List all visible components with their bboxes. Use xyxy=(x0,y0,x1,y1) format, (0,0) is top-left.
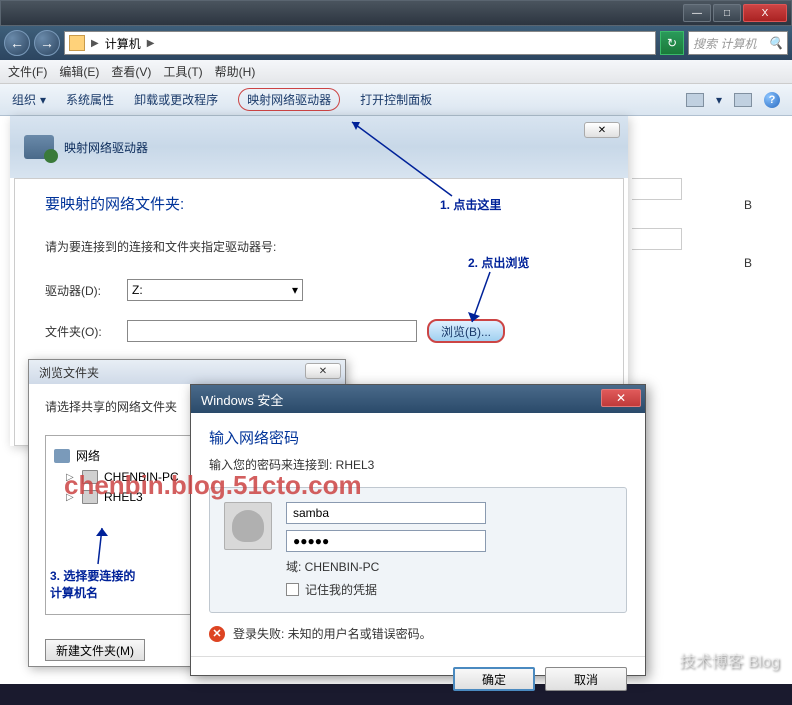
annotation-3: 3. 选择要连接的计算机名 xyxy=(50,568,140,602)
dialog-heading: 要映射的网络文件夹: xyxy=(45,193,593,214)
computer-icon xyxy=(69,35,85,51)
toolbar-uninstall[interactable]: 卸载或更改程序 xyxy=(134,91,218,108)
menu-tools[interactable]: 工具(T) xyxy=(163,63,202,80)
toolbar: 组织 ▾ 系统属性 卸载或更改程序 映射网络驱动器 打开控制面板 ▾ ? xyxy=(0,84,792,116)
dialog-close-button[interactable]: ✕ xyxy=(584,122,620,138)
breadcrumb-separator: ▶ xyxy=(91,38,99,49)
ok-button[interactable]: 确定 xyxy=(453,667,535,691)
security-dialog: Windows 安全 ✕ 输入网络密码 输入您的密码来连接到: RHEL3 sa… xyxy=(190,384,646,676)
cancel-button[interactable]: 取消 xyxy=(545,667,627,691)
dropdown-icon[interactable]: ▾ xyxy=(716,93,722,107)
computer-icon xyxy=(82,470,98,484)
forward-button[interactable]: → xyxy=(34,30,60,56)
password-input[interactable]: ●●●●● xyxy=(286,530,486,552)
menu-view[interactable]: 查看(V) xyxy=(111,63,151,80)
username-input[interactable]: samba xyxy=(286,502,486,524)
dialog-title-bar: 浏览文件夹 ✕ xyxy=(29,360,345,384)
avatar-icon xyxy=(224,502,272,550)
checkbox[interactable] xyxy=(286,583,299,596)
toolbar-organize[interactable]: 组织 ▾ xyxy=(12,91,46,108)
network-icon xyxy=(54,449,70,463)
address-bar[interactable]: ▶ 计算机 ▶ xyxy=(64,31,656,55)
nav-bar: ← → ▶ 计算机 ▶ ↻ 搜索 计算机 🔍 xyxy=(0,26,792,60)
error-message: ✕ 登录失败: 未知的用户名或错误密码。 xyxy=(209,625,627,642)
dialog-title: Windows 安全 xyxy=(201,390,283,409)
credentials-panel: samba ●●●●● 域: CHENBIN-PC 记住我的凭据 xyxy=(209,487,627,613)
tree-label: CHENBIN-PC xyxy=(104,470,179,484)
dialog-subtitle: 请为要连接到的连接和文件夹指定驱动器号: xyxy=(45,238,593,255)
dialog-footer: 确定 取消 xyxy=(191,656,645,705)
drive-label: B xyxy=(744,198,752,212)
domain-label: 域: CHENBIN-PC xyxy=(286,558,612,575)
menu-help[interactable]: 帮助(H) xyxy=(215,63,256,80)
toolbar-mapdrive[interactable]: 映射网络驱动器 xyxy=(238,88,340,111)
search-icon: 🔍 xyxy=(768,36,783,50)
menu-bar: 文件(F) 编辑(E) 查看(V) 工具(T) 帮助(H) xyxy=(0,60,792,84)
new-folder-button[interactable]: 新建文件夹(M) xyxy=(45,639,145,661)
dialog-title-bar[interactable]: Windows 安全 ✕ xyxy=(191,385,645,413)
expand-icon[interactable]: ▷ xyxy=(66,472,76,483)
search-input[interactable]: 搜索 计算机 🔍 xyxy=(688,31,788,55)
expand-icon[interactable]: ▷ xyxy=(66,492,76,503)
close-button[interactable]: X xyxy=(743,4,787,22)
computer-icon xyxy=(82,490,98,504)
breadcrumb-separator: ▶ xyxy=(147,38,155,49)
menu-edit[interactable]: 编辑(E) xyxy=(59,63,99,80)
drive-field xyxy=(632,178,682,200)
dialog-title: 映射网络驱动器 xyxy=(64,139,148,156)
dialog-title: 浏览文件夹 xyxy=(39,364,99,381)
folder-input[interactable] xyxy=(127,320,417,342)
preview-icon[interactable] xyxy=(734,93,752,107)
toolbar-organize-label: 组织 xyxy=(12,91,36,108)
drive-label: 驱动器(D): xyxy=(45,282,117,299)
error-icon: ✕ xyxy=(209,626,225,642)
drive-icon xyxy=(24,135,54,159)
dialog-header: ✕ 映射网络驱动器 xyxy=(10,116,628,178)
dialog-close-button[interactable]: ✕ xyxy=(601,389,641,407)
help-icon[interactable]: ? xyxy=(764,92,780,108)
dialog-heading: 输入网络密码 xyxy=(209,427,627,448)
remember-checkbox-row[interactable]: 记住我的凭据 xyxy=(286,581,612,598)
browse-button[interactable]: 浏览(B)... xyxy=(427,319,505,343)
annotation-1: 1. 点击这里 xyxy=(440,196,501,213)
refresh-button[interactable]: ↻ xyxy=(660,31,684,55)
error-text: 登录失败: 未知的用户名或错误密码。 xyxy=(233,625,432,642)
drive-label: B xyxy=(744,256,752,270)
menu-file[interactable]: 文件(F) xyxy=(8,63,47,80)
drive-value: Z: xyxy=(132,283,143,297)
dialog-subtitle: 输入您的密码来连接到: RHEL3 xyxy=(209,456,627,473)
annotation-2: 2. 点出浏览 xyxy=(468,254,529,271)
drive-field xyxy=(632,228,682,250)
breadcrumb-location[interactable]: 计算机 xyxy=(105,35,141,52)
window-titlebar: — □ X xyxy=(0,0,792,26)
dialog-body: 输入网络密码 输入您的密码来连接到: RHEL3 samba ●●●●● 域: … xyxy=(191,413,645,656)
tree-label: RHEL3 xyxy=(104,490,143,504)
minimize-button[interactable]: — xyxy=(683,4,711,22)
dropdown-icon: ▾ xyxy=(292,283,298,297)
toolbar-sysprops[interactable]: 系统属性 xyxy=(66,91,114,108)
view-icon[interactable] xyxy=(686,93,704,107)
search-placeholder: 搜索 计算机 xyxy=(693,35,756,52)
back-button[interactable]: ← xyxy=(4,30,30,56)
drive-select[interactable]: Z: ▾ xyxy=(127,279,303,301)
main-content: B B ✕ 映射网络驱动器 要映射的网络文件夹: 请为要连接到的连接和文件夹指定… xyxy=(0,116,792,684)
dialog-close-button[interactable]: ✕ xyxy=(305,363,341,379)
maximize-button[interactable]: □ xyxy=(713,4,741,22)
tree-label: 网络 xyxy=(76,447,100,464)
dropdown-icon: ▾ xyxy=(40,93,46,107)
remember-label: 记住我的凭据 xyxy=(305,581,377,598)
toolbar-controlpanel[interactable]: 打开控制面板 xyxy=(360,91,432,108)
folder-label: 文件夹(O): xyxy=(45,323,117,340)
